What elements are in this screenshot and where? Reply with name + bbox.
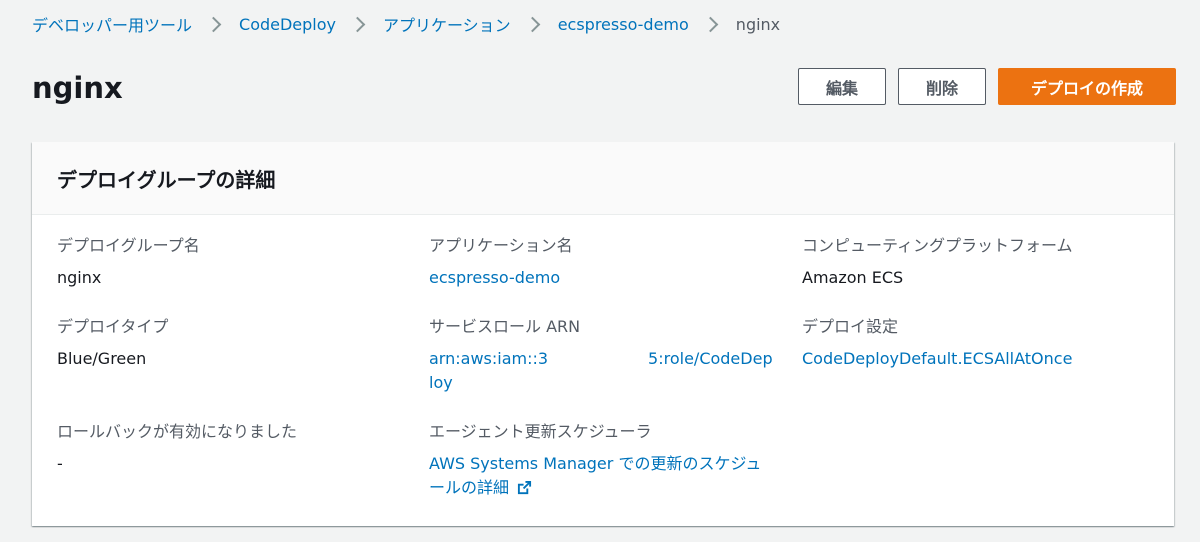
agent-scheduler-link-text: AWS Systems Manager での更新のスケジュールの詳細 (429, 454, 762, 497)
chevron-right-icon (524, 16, 540, 32)
agent-scheduler-label: エージェント更新スケジューラ (429, 422, 652, 441)
deployment-type-label: デプロイタイプ (57, 317, 169, 336)
breadcrumb: デベロッパー用ツール CodeDeploy アプリケーション ecspresso… (32, 12, 780, 36)
breadcrumb-current: nginx (735, 14, 781, 34)
service-role-arn-link[interactable]: arn:aws:iam::3 5:role/CodeDeploy (429, 347, 774, 395)
rollback-value: - (57, 454, 63, 473)
compute-platform-label: コンピューティングプラットフォーム (802, 236, 1073, 255)
breadcrumb-application[interactable]: ecspresso-demo (558, 15, 689, 34)
deployment-type-value: Blue/Green (57, 349, 147, 368)
deployment-config-link[interactable]: CodeDeployDefault.ECSAllAtOnce (802, 347, 1147, 371)
deployment-type-field: デプロイタイプ Blue/Green (57, 315, 402, 371)
chevron-right-icon (349, 16, 366, 32)
header-actions: 編集 削除 デプロイの作成 (798, 68, 1176, 105)
chevron-right-icon (205, 16, 222, 32)
compute-platform-value: Amazon ECS (802, 268, 904, 287)
breadcrumb-developer-tools[interactable]: デベロッパー用ツール (32, 12, 192, 36)
external-link-icon (517, 478, 532, 502)
deployment-group-name-field: デプロイグループ名 nginx (57, 234, 402, 290)
agent-scheduler-link[interactable]: AWS Systems Manager での更新のスケジュールの詳細 (429, 452, 774, 502)
deployment-group-name-label: デプロイグループ名 (57, 236, 200, 255)
create-deployment-button[interactable]: デプロイの作成 (998, 68, 1176, 105)
page-title: nginx (32, 71, 123, 105)
agent-scheduler-field: エージェント更新スケジューラ AWS Systems Manager での更新の… (429, 420, 774, 502)
breadcrumb-applications[interactable]: アプリケーション (383, 12, 511, 36)
deployment-config-label: デプロイ設定 (802, 317, 899, 336)
service-role-arn-label: サービスロール ARN (429, 317, 581, 336)
application-name-link[interactable]: ecspresso-demo (429, 266, 774, 290)
panel-title: デプロイグループの詳細 (57, 167, 276, 192)
breadcrumb-codedeploy[interactable]: CodeDeploy (239, 15, 336, 34)
rollback-label: ロールバックが有効になりました (57, 422, 298, 441)
compute-platform-field: コンピューティングプラットフォーム Amazon ECS (802, 234, 1147, 290)
application-name-field: アプリケーション名 ecspresso-demo (429, 234, 774, 290)
deployment-config-field: デプロイ設定 CodeDeployDefault.ECSAllAtOnce (802, 315, 1147, 371)
panel-header: デプロイグループの詳細 (32, 142, 1174, 215)
edit-button[interactable]: 編集 (798, 68, 886, 105)
rollback-field: ロールバックが有効になりました - (57, 420, 402, 476)
chevron-right-icon (702, 16, 719, 32)
service-role-arn-start: arn:aws:iam::3 (429, 349, 549, 368)
deployment-group-name-value: nginx (57, 268, 102, 287)
application-name-label: アプリケーション名 (429, 236, 573, 255)
delete-button[interactable]: 削除 (898, 68, 986, 105)
deployment-group-details-panel: デプロイグループの詳細 デプロイグループ名 nginx アプリケーション名 ec… (32, 142, 1174, 526)
service-role-arn-field: サービスロール ARN arn:aws:iam::3 5:role/CodeDep… (429, 315, 774, 395)
